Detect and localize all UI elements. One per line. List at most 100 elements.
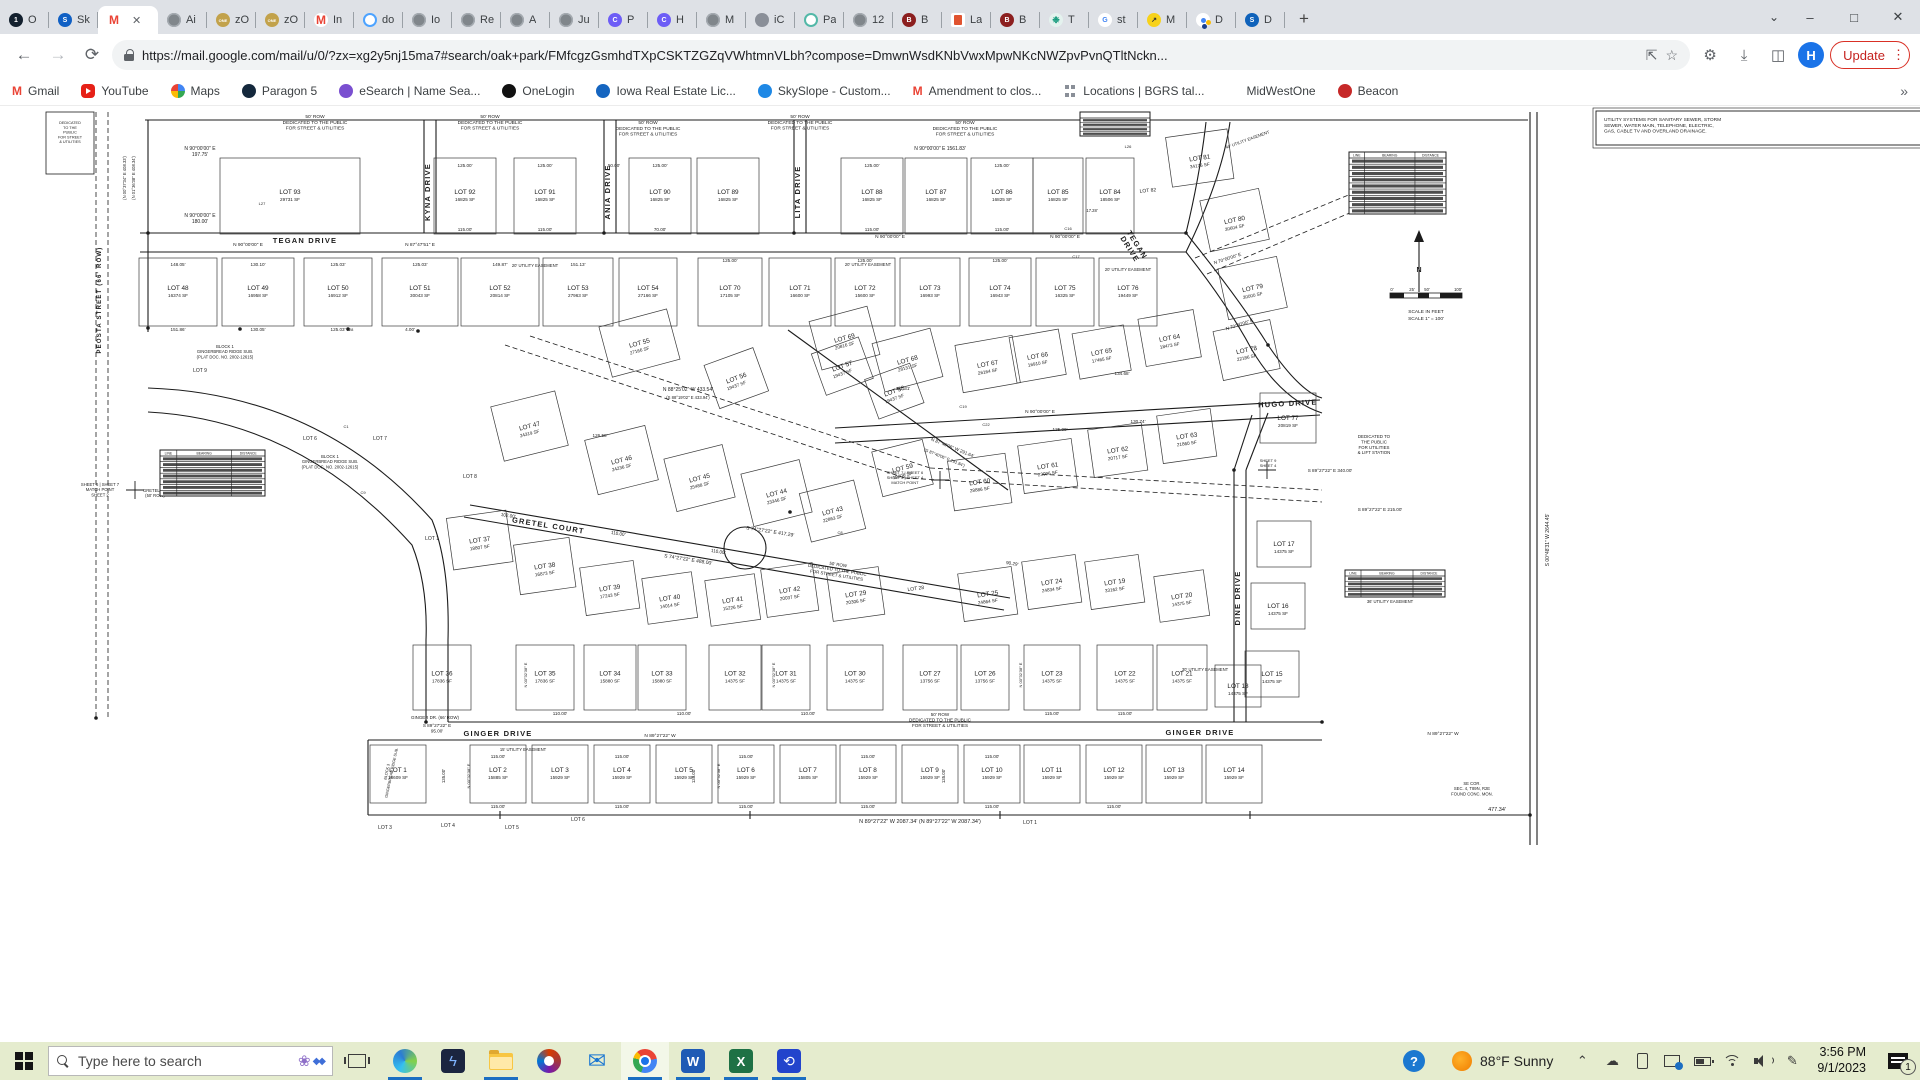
profile-avatar[interactable]: H xyxy=(1798,42,1824,68)
taskbar-remote-app[interactable]: ⟲ xyxy=(765,1042,813,1080)
browser-tab[interactable]: SSk xyxy=(49,6,98,34)
notification-center-button[interactable]: 1 xyxy=(1876,1042,1920,1080)
search-highlight-image[interactable]: ❀◆◆ xyxy=(298,1052,324,1070)
map-annotation: N 00°32'38" E xyxy=(466,763,471,788)
bookmark-item[interactable]: MAmendment to clos... xyxy=(913,84,1042,98)
browser-tab[interactable]: La xyxy=(942,6,991,34)
browser-tab[interactable]: Pa xyxy=(795,6,844,34)
address-bar[interactable]: https://mail.google.com/mail/u/0/?zx=xg2… xyxy=(112,40,1690,70)
side-panel-icon[interactable]: ◫ xyxy=(1764,41,1792,69)
browser-tab[interactable]: BB xyxy=(991,6,1040,34)
bookmark-item[interactable]: MidWestOne xyxy=(1226,84,1315,98)
start-button[interactable] xyxy=(0,1042,48,1080)
taskbar-office[interactable] xyxy=(525,1042,573,1080)
pen-workspace-icon[interactable]: ✎ xyxy=(1777,1042,1807,1080)
browser-tab[interactable]: SD xyxy=(1236,6,1285,34)
weather-widget[interactable]: 88°F Sunny xyxy=(1438,1042,1567,1080)
url-text[interactable]: https://mail.google.com/mail/u/0/?zx=xg2… xyxy=(142,48,1638,63)
cast-display-icon[interactable] xyxy=(1657,1042,1687,1080)
bookmark-item[interactable]: OneLogin xyxy=(502,84,574,98)
taskbar-chrome[interactable] xyxy=(621,1042,669,1080)
browser-tab[interactable]: Gst xyxy=(1089,6,1138,34)
download-icon[interactable]: ⤓ xyxy=(1730,41,1758,69)
map-annotation: 110.00' xyxy=(801,711,816,716)
browser-tab[interactable]: ↗M xyxy=(1138,6,1187,34)
wifi-icon[interactable] xyxy=(1717,1042,1747,1080)
browser-tab[interactable]: ONEzO xyxy=(256,6,305,34)
browser-tab[interactable]: 12 xyxy=(844,6,893,34)
tab-search-chevron-icon[interactable]: ⌄ xyxy=(1760,10,1788,24)
north-arrow-icon xyxy=(1414,230,1424,242)
taskbar-clock[interactable]: 3:56 PM 9/1/2023 xyxy=(1807,1045,1876,1076)
battery-icon[interactable] xyxy=(1687,1042,1717,1080)
taskbar-mail[interactable]: ✉ xyxy=(573,1042,621,1080)
browser-tab[interactable]: ❉T xyxy=(1040,6,1089,34)
line-table-row-text xyxy=(1348,588,1442,591)
browser-tab-active[interactable]: M✕ xyxy=(98,6,158,34)
phone-link-icon[interactable] xyxy=(1627,1042,1657,1080)
scale-bar-segment xyxy=(1440,293,1462,298)
browser-tab[interactable]: CH xyxy=(648,6,697,34)
bookmark-item[interactable]: Paragon 5 xyxy=(242,84,317,98)
browser-menu-icon[interactable]: ⋮ xyxy=(1892,47,1905,63)
browser-tab[interactable]: iC xyxy=(746,6,795,34)
bookmark-item[interactable]: Locations | BGRS tal... xyxy=(1063,84,1204,98)
tab-favicon-icon: 1 xyxy=(9,13,23,27)
bookmark-item[interactable]: SkySlope - Custom... xyxy=(758,84,891,98)
extensions-icon[interactable]: ⚙ xyxy=(1696,41,1724,69)
bookmark-item[interactable]: Iowa Real Estate Lic... xyxy=(596,84,735,98)
tab-title: B xyxy=(1019,14,1026,26)
minimize-button[interactable]: – xyxy=(1788,0,1832,34)
bookmark-item[interactable]: eSearch | Name Sea... xyxy=(339,84,480,98)
maximize-button[interactable]: □ xyxy=(1832,0,1876,34)
close-button[interactable]: ✕ xyxy=(1876,0,1920,34)
browser-tab[interactable]: do xyxy=(354,6,403,34)
browser-tab[interactable]: A xyxy=(501,6,550,34)
bookmark-item[interactable]: Maps xyxy=(171,84,220,98)
forward-button[interactable]: → xyxy=(44,41,72,69)
browser-tab[interactable]: Io xyxy=(403,6,452,34)
task-view-button[interactable] xyxy=(333,1042,381,1080)
help-button[interactable]: ? xyxy=(1390,1042,1438,1080)
map-annotation: 151.13' xyxy=(571,262,586,267)
back-button[interactable]: ← xyxy=(10,41,38,69)
tab-title: H xyxy=(676,14,684,26)
bookmark-item[interactable]: YouTube xyxy=(81,84,148,98)
tab-favicon-icon xyxy=(412,13,426,27)
lot-area: 14375 SF xyxy=(725,679,745,684)
bookmark-star-icon[interactable]: ☆ xyxy=(1666,47,1679,64)
update-button[interactable]: Update ⋮ xyxy=(1830,41,1910,69)
browser-tab[interactable]: D xyxy=(1187,6,1236,34)
browser-tab[interactable]: M xyxy=(697,6,746,34)
map-annotation: C9 xyxy=(360,490,366,495)
share-icon[interactable]: ⇱ xyxy=(1646,47,1658,64)
map-annotation: 125.00' xyxy=(995,163,1010,168)
lot-number: LOT 87 xyxy=(925,189,947,196)
browser-tab[interactable]: Re xyxy=(452,6,501,34)
onedrive-cloud-icon[interactable]: ☁ xyxy=(1597,1042,1627,1080)
taskbar-word[interactable]: W xyxy=(669,1042,717,1080)
bookmark-item[interactable]: Beacon xyxy=(1338,84,1399,98)
tab-close-icon[interactable]: ✕ xyxy=(132,14,141,27)
browser-tab[interactable]: CP xyxy=(599,6,648,34)
bookmarks-overflow-chevron[interactable]: » xyxy=(1900,83,1908,99)
tray-chevron-up-icon[interactable]: ⌃ xyxy=(1567,1042,1597,1080)
browser-tab[interactable]: MIn xyxy=(305,6,354,34)
tab-favicon-icon: ONE xyxy=(265,13,279,27)
browser-tab[interactable]: 1O xyxy=(0,6,49,34)
taskbar-skyslope-app[interactable]: ϟ xyxy=(429,1042,477,1080)
bookmark-item[interactable]: MGmail xyxy=(12,84,59,98)
reload-button[interactable]: ⟳ xyxy=(78,41,106,69)
new-tab-button[interactable]: + xyxy=(1291,6,1317,32)
taskbar-edge[interactable] xyxy=(381,1042,429,1080)
browser-tab[interactable]: Ju xyxy=(550,6,599,34)
lot-number: LOT 5 xyxy=(505,825,519,831)
browser-tab[interactable]: BB xyxy=(893,6,942,34)
browser-tab[interactable]: ONEzO xyxy=(207,6,256,34)
lock-icon[interactable] xyxy=(124,49,134,61)
taskbar-excel[interactable]: X xyxy=(717,1042,765,1080)
taskbar-file-explorer[interactable] xyxy=(477,1042,525,1080)
taskbar-search-input[interactable]: Type here to search ❀◆◆ xyxy=(48,1046,333,1076)
volume-icon[interactable] xyxy=(1747,1042,1777,1080)
browser-tab[interactable]: Ai xyxy=(158,6,207,34)
